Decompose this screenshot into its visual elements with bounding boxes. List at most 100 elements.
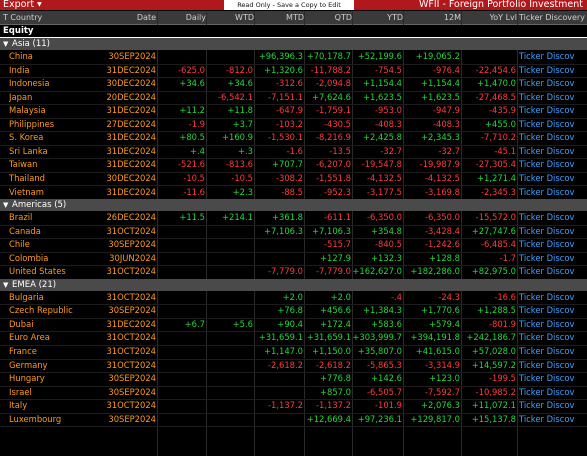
ticker-discovery-link[interactable]: Ticker Discov — [519, 186, 587, 200]
ticker-discovery-link[interactable]: Ticker Discov — [519, 252, 587, 266]
ticker-discovery-link[interactable]: Ticker Discov — [519, 331, 587, 345]
table-row[interactable]: Vietnam 31DEC2024 -11.6 +2.3 -88.5 -952.3 -3,1… — [0, 186, 587, 200]
country-name[interactable]: Chile — [9, 238, 104, 252]
country-name[interactable]: India — [9, 64, 104, 78]
ticker-discovery-link[interactable]: Ticker Discov — [519, 91, 587, 105]
col-daily[interactable]: Daily — [158, 11, 206, 24]
country-name[interactable]: Luxembourg — [9, 413, 104, 427]
table-row[interactable]: Japan 20DEC2024 -6,542.1 -7,151.1 +7,624.6 +1… — [0, 91, 587, 106]
group-header[interactable]: ▼ Asia (11) — [0, 38, 587, 50]
ticker-discovery-link[interactable]: Ticker Discov — [519, 265, 587, 279]
col-qtd[interactable]: QTD — [304, 11, 352, 24]
country-name[interactable]: Euro Area — [9, 331, 104, 345]
table-row[interactable]: S. Korea 31DEC2024 +80.5 +160.9 -1,530.1 -8,2… — [0, 131, 587, 146]
ticker-discovery-link[interactable]: Ticker Discov — [519, 372, 587, 386]
country-name[interactable]: Indonesia — [9, 77, 104, 91]
ticker-discovery-link[interactable]: Ticker Discov — [519, 77, 587, 91]
country-name[interactable]: Sri Lanka — [9, 145, 104, 159]
col-12m[interactable]: 12M — [403, 11, 461, 24]
ticker-discovery-link[interactable]: Ticker Discov — [519, 359, 587, 373]
ticker-discovery-link[interactable]: Ticker Discov — [519, 145, 587, 159]
col-yoy[interactable]: YoY Lvl — [461, 11, 517, 24]
read-only-banner[interactable]: Read Only - Save a Copy to Edit — [224, 0, 354, 10]
table-row[interactable]: Taiwan 31DEC2024 -521.6 -813.6 +707.7 -6,207.… — [0, 158, 587, 173]
country-name[interactable]: Vietnam — [9, 186, 104, 200]
country-name[interactable]: Philippines — [9, 118, 104, 132]
table-row[interactable]: Malaysia 31DEC2024 +11.2 +11.8 -647.9 -1,759.… — [0, 104, 587, 119]
table-row[interactable]: Luxembourg 30SEP2024 +12,669.4 +97,236.1 +12… — [0, 413, 587, 428]
table-row[interactable]: France 31OCT2024 +1,147.0 +1,150.0 +35,807.0… — [0, 345, 587, 360]
col-date[interactable]: Date — [104, 11, 156, 24]
ticker-discovery-link[interactable]: Ticker Discov — [519, 131, 587, 145]
ticker-discovery-link[interactable]: Ticker Discov — [519, 345, 587, 359]
country-name[interactable]: Czech Republic — [9, 304, 104, 318]
table-row[interactable]: Brazil 26DEC2024 +11.5 +214.1 +361.8 -611.1 -6… — [0, 211, 587, 226]
ticker-discovery-link[interactable]: Ticker Discov — [519, 64, 587, 78]
ticker-discovery-link[interactable]: Ticker Discov — [519, 211, 587, 225]
table-row[interactable]: Thailand 30DEC2024 -10.5 -10.5 -308.2 -1,551.… — [0, 172, 587, 187]
col-ytd[interactable]: YTD — [352, 11, 403, 24]
table-row[interactable]: Germany 31OCT2024 -2,618.2 -2,618.2 -5,865.3… — [0, 359, 587, 374]
table-row[interactable]: Bulgaria 31OCT2024 +2.0 +2.0 -.4 -24.3 -16.6 Ti… — [0, 291, 587, 306]
country-name[interactable]: Hungary — [9, 372, 104, 386]
table-row[interactable]: Canada 31OCT2024 +7,106.3 +7,106.3 +354.8 -3,… — [0, 225, 587, 240]
col-ticker[interactable]: Ticker Discovery — [519, 11, 587, 24]
table-row[interactable]: Israel 30SEP2024 +857.0 -6,505.7 -7,592.7 -10… — [0, 386, 587, 401]
country-name[interactable]: Japan — [9, 91, 104, 105]
ticker-discovery-link[interactable]: Ticker Discov — [519, 413, 587, 427]
ticker-discovery-link[interactable]: Ticker Discov — [519, 318, 587, 332]
ticker-discovery-link[interactable]: Ticker Discov — [519, 104, 587, 118]
group-header[interactable]: ▼ EMEA (21) — [0, 278, 587, 291]
col-country[interactable]: T Country — [3, 11, 42, 24]
country-name[interactable]: S. Korea — [9, 131, 104, 145]
country-name[interactable]: Israel — [9, 386, 104, 400]
export-menu[interactable]: Export ▼ — [3, 0, 42, 10]
table-row[interactable]: Dubai 31DEC2024 +6.7 +5.6 +90.4 +172.4 +583.6 +… — [0, 318, 587, 333]
daily-cell — [158, 238, 205, 252]
ticker-discovery-link[interactable]: Ticker Discov — [519, 225, 587, 239]
table-row[interactable]: Colombia 30JUN2024 +127.9 +132.3 +128.8 -1.7 T… — [0, 252, 587, 267]
collapse-icon[interactable]: ▼ — [3, 38, 8, 50]
group-header[interactable]: ▼ Americas (5) — [0, 199, 587, 212]
table-row[interactable]: Italy 31OCT2024 -1,137.2 -1,137.2 -101.9 +2,0… — [0, 399, 587, 414]
country-name[interactable]: Italy — [9, 399, 104, 413]
table-row[interactable]: Philippines 27DEC2024 -1.9 +3.7 -103.2 -430.5… — [0, 118, 587, 133]
ticker-discovery-link[interactable]: Ticker Discov — [519, 118, 587, 132]
col-wtd[interactable]: WTD — [206, 11, 254, 24]
col-mtd[interactable]: MTD — [254, 11, 304, 24]
table-row[interactable]: China 30SEP2024 +96,396.3 +70,178.7 +52,199.… — [0, 50, 587, 65]
country-name[interactable]: China — [9, 50, 104, 64]
ticker-discovery-link[interactable]: Ticker Discov — [519, 386, 587, 400]
country-name[interactable]: Brazil — [9, 211, 104, 225]
ticker-discovery-link[interactable]: Ticker Discov — [519, 50, 587, 64]
country-name[interactable]: Taiwan — [9, 158, 104, 172]
ticker-discovery-link[interactable]: Ticker Discov — [519, 291, 587, 305]
table-row[interactable]: Indonesia 30DEC2024 +34.6 +34.6 -312.6 -2,094… — [0, 77, 587, 92]
table-row[interactable]: Czech Republic 30SEP2024 +76.8 +456.6 +1,384… — [0, 304, 587, 319]
table-row[interactable]: United States 31OCT2024 -7,779.0 -7,779.0 +1… — [0, 265, 587, 280]
country-name[interactable]: Thailand — [9, 172, 104, 186]
export-label[interactable]: Export — [3, 0, 34, 10]
collapse-icon[interactable]: ▼ — [3, 199, 8, 211]
table-row[interactable]: Euro Area 31OCT2024 +31,659.1 +31,659.1 +303… — [0, 331, 587, 346]
country-name[interactable]: Colombia — [9, 252, 104, 266]
country-name[interactable]: Canada — [9, 225, 104, 239]
table-row[interactable]: India 31DEC2024 -625.0 -812.0 +1,320.6 -11,78… — [0, 64, 587, 79]
ticker-discovery-link[interactable]: Ticker Discov — [519, 304, 587, 318]
collapse-icon[interactable]: ▼ — [3, 279, 8, 291]
country-name[interactable]: Germany — [9, 359, 104, 373]
country-name[interactable]: United States — [9, 265, 104, 279]
ticker-discovery-link[interactable]: Ticker Discov — [519, 399, 587, 413]
country-name[interactable]: France — [9, 345, 104, 359]
table-row[interactable]: Hungary 30SEP2024 +776.8 +142.6 +123.0 -199.5… — [0, 372, 587, 387]
country-name[interactable]: Bulgaria — [9, 291, 104, 305]
ticker-discovery-link[interactable]: Ticker Discov — [519, 238, 587, 252]
table-row[interactable]: Chile 30SEP2024 -515.7 -840.5 -1,242.6 -6,485… — [0, 238, 587, 253]
date-cell: 31OCT2024 — [106, 225, 156, 236]
ticker-discovery-link[interactable]: Ticker Discov — [519, 158, 587, 172]
chevron-down-icon[interactable]: ▼ — [37, 0, 42, 10]
country-name[interactable]: Malaysia — [9, 104, 104, 118]
country-name[interactable]: Dubai — [9, 318, 104, 332]
ticker-discovery-link[interactable]: Ticker Discov — [519, 172, 587, 186]
table-row[interactable]: Sri Lanka 31DEC2024 +.4 +.3 -1.6 -13.5 -32.7 -3… — [0, 145, 587, 160]
